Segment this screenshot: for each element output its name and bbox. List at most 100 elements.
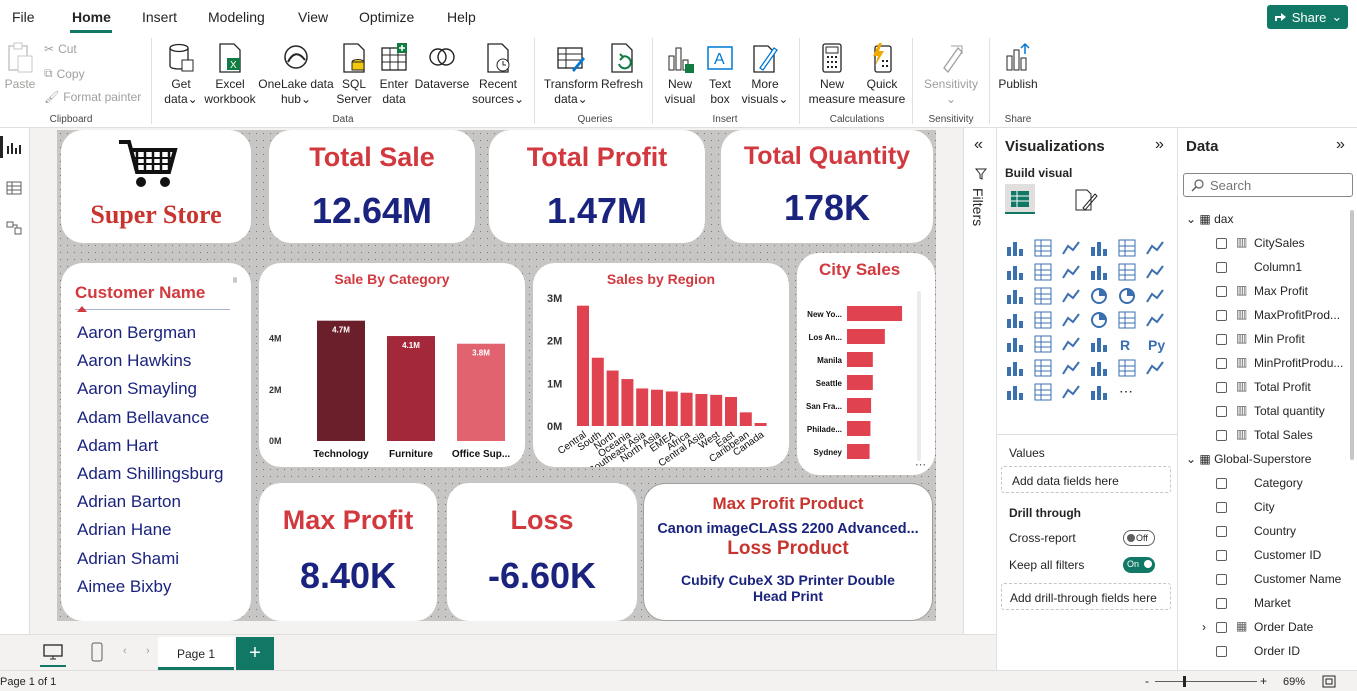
- arcgis-icon[interactable]: [1089, 382, 1109, 402]
- line-column-icon[interactable]: [1089, 262, 1109, 282]
- field-item[interactable]: MinProfitProdu...: [1254, 356, 1343, 370]
- model-view-icon[interactable]: [6, 220, 22, 236]
- sales-by-region-chart[interactable]: Sales by Region 0M 1M 2M 3M Central South Nort…: [533, 263, 789, 467]
- cut-button[interactable]: ✂ Cut: [44, 42, 77, 56]
- dataverse-button[interactable]: Dataverse: [414, 42, 470, 92]
- fit-to-page-icon[interactable]: [1322, 675, 1336, 688]
- column-100-icon[interactable]: [1145, 238, 1165, 258]
- field-checkbox[interactable]: [1216, 622, 1227, 633]
- field-checkbox[interactable]: [1216, 502, 1227, 513]
- report-view-icon[interactable]: [6, 140, 22, 156]
- bar[interactable]: [577, 305, 589, 426]
- share-button[interactable]: Share ⌄: [1267, 5, 1348, 29]
- smart-narrative-icon[interactable]: [1089, 358, 1109, 378]
- multi-row-card-icon[interactable]: [1145, 310, 1165, 330]
- menu-help[interactable]: Help: [447, 9, 476, 25]
- table-icon[interactable]: [1061, 334, 1081, 354]
- slicer-item[interactable]: Aimee Bixby: [77, 577, 171, 597]
- logo-card[interactable]: Super Store: [61, 130, 251, 243]
- zoom-slider-thumb[interactable]: [1183, 676, 1186, 687]
- field-checkbox[interactable]: [1216, 382, 1227, 393]
- menu-view[interactable]: View: [298, 9, 328, 25]
- bar[interactable]: [847, 306, 903, 321]
- publish-button[interactable]: Publish: [995, 42, 1041, 92]
- refresh-button[interactable]: Refresh: [600, 42, 644, 92]
- bar[interactable]: [847, 352, 873, 367]
- bar[interactable]: [847, 329, 885, 344]
- get-data-button[interactable]: Get data⌄: [160, 42, 202, 107]
- product-card[interactable]: Max Profit Product Canon imageCLASS 2200…: [643, 483, 933, 621]
- bar[interactable]: [591, 357, 604, 426]
- table-node-dax[interactable]: ⌄ ▦ dax: [1186, 212, 1233, 226]
- collapse-chevron-icon[interactable]: »: [1155, 136, 1164, 154]
- bar[interactable]: [387, 336, 435, 441]
- bar-100-icon[interactable]: [1117, 238, 1137, 258]
- r-visual-icon[interactable]: R: [1117, 334, 1137, 354]
- stacked-area-icon[interactable]: [1061, 262, 1081, 282]
- field-item[interactable]: Total Sales: [1254, 428, 1313, 442]
- sql-server-button[interactable]: SQL Server: [334, 42, 374, 107]
- city-sales-chart[interactable]: City Sales New Yo... Los An... Manila Seatt…: [797, 253, 935, 475]
- desktop-layout-icon[interactable]: [42, 643, 64, 661]
- power-automate-icon[interactable]: [1033, 382, 1053, 402]
- transform-data-button[interactable]: Transform data⌄: [542, 42, 600, 107]
- more-options-icon[interactable]: ⋯: [915, 458, 926, 471]
- field-item[interactable]: Column1: [1254, 260, 1302, 274]
- total-sale-card[interactable]: Total Sale 12.64M: [269, 130, 475, 243]
- bar[interactable]: [680, 392, 693, 426]
- field-checkbox[interactable]: [1216, 550, 1227, 561]
- bar[interactable]: [847, 421, 871, 436]
- enter-data-button[interactable]: Enter data: [374, 42, 414, 107]
- chart-scrollbar[interactable]: [917, 291, 921, 461]
- field-checkbox[interactable]: [1216, 406, 1227, 417]
- search-input[interactable]: [1210, 177, 1348, 194]
- data-pane-scrollbar[interactable]: [1350, 210, 1354, 460]
- line-icon[interactable]: [1005, 262, 1025, 282]
- field-item[interactable]: Min Profit: [1254, 332, 1305, 346]
- card-icon[interactable]: [1117, 310, 1137, 330]
- donut-icon[interactable]: [1117, 286, 1137, 306]
- customer-name-slicer[interactable]: Customer Name Aaron Bergman Aaron Hawkins…: [61, 263, 251, 621]
- slicer-item[interactable]: Aaron Bergman: [77, 323, 196, 343]
- page-tab-1[interactable]: Page 1: [158, 637, 234, 670]
- field-checkbox[interactable]: [1216, 478, 1227, 489]
- bar[interactable]: [317, 320, 365, 441]
- shape-map-icon[interactable]: [1061, 382, 1081, 402]
- menu-optimize[interactable]: Optimize: [359, 9, 414, 25]
- format-visual-icon[interactable]: [1073, 188, 1099, 212]
- slicer-item[interactable]: Aaron Smayling: [77, 379, 197, 399]
- sensitivity-button[interactable]: Sensitivity ⌄: [918, 42, 984, 107]
- filters-pane-collapsed[interactable]: « Filters: [963, 128, 996, 634]
- metrics-icon[interactable]: [1145, 358, 1165, 378]
- more-visuals-button[interactable]: More visuals⌄: [740, 42, 790, 107]
- bar[interactable]: [695, 394, 708, 426]
- total-quantity-card[interactable]: Total Quantity 178K: [721, 130, 933, 243]
- format-painter-button[interactable]: 🖌 Format painter: [44, 90, 141, 104]
- text-box-button[interactable]: A Text box: [700, 42, 740, 107]
- drill-through-drop-zone[interactable]: Add drill-through fields here: [1001, 583, 1171, 610]
- bar[interactable]: [457, 343, 505, 441]
- bar[interactable]: [710, 394, 723, 426]
- table-node-global-superstore[interactable]: ⌄ ▦ Global-Superstore: [1186, 452, 1311, 466]
- field-item[interactable]: Total quantity: [1254, 404, 1325, 418]
- field-checkbox[interactable]: [1216, 430, 1227, 441]
- field-item[interactable]: Customer ID: [1254, 548, 1321, 562]
- prev-page-icon[interactable]: ‹: [123, 645, 127, 657]
- line-clustered-icon[interactable]: [1117, 262, 1137, 282]
- quick-measure-button[interactable]: Quick measure: [858, 42, 906, 107]
- gauge-icon[interactable]: [1089, 310, 1109, 330]
- cross-report-toggle[interactable]: Off: [1123, 530, 1155, 546]
- field-item[interactable]: Customer Name: [1254, 572, 1341, 586]
- next-page-icon[interactable]: ›: [146, 645, 150, 657]
- field-checkbox[interactable]: [1216, 262, 1227, 273]
- bar[interactable]: [725, 396, 737, 426]
- bar[interactable]: [665, 391, 678, 426]
- slicer-item[interactable]: Adam Bellavance: [77, 408, 209, 428]
- slicer-item[interactable]: Adam Hart: [77, 436, 158, 456]
- add-page-button[interactable]: +: [236, 637, 274, 670]
- paste-button[interactable]: Paste: [4, 42, 36, 92]
- qa-icon[interactable]: [1061, 358, 1081, 378]
- bar[interactable]: [847, 375, 873, 390]
- total-profit-card[interactable]: Total Profit 1.47M: [489, 130, 705, 243]
- paginated-icon[interactable]: [1117, 358, 1137, 378]
